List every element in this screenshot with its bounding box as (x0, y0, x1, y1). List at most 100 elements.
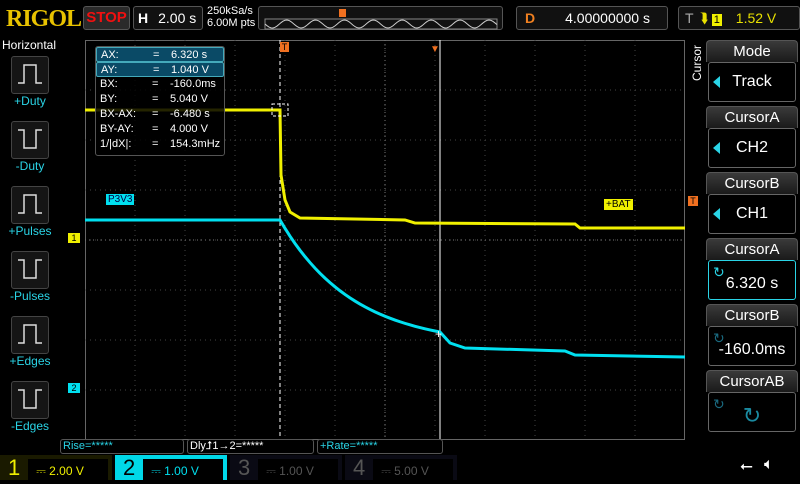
trigger-level-marker[interactable]: T (688, 196, 698, 206)
measurement-row: AY: = 1.040 V (96, 62, 224, 77)
trigger-box[interactable]: T ⮯ 1 1.52 V (678, 6, 800, 30)
measurement-row: AX: = 6.320 s (96, 47, 224, 62)
trigger-position-marker[interactable]: T (280, 42, 289, 52)
timebase-box[interactable]: H 2.00 s (133, 6, 203, 30)
measurement-key: 1/|dX|: (100, 138, 132, 150)
rotate-knob-icon: ↻ (742, 403, 762, 428)
t-label: T (685, 10, 694, 26)
dc-coupling-icon: ⎓ (151, 464, 165, 478)
measurement-value: 5.040 V (170, 93, 208, 105)
ch1-offset-marker[interactable]: 1 (68, 233, 80, 243)
cursor-menu-item-4[interactable]: CursorB ↻ -160.0ms (706, 304, 798, 368)
measurement-row: BX: = -160.0ms (96, 77, 224, 92)
measurement-key: BX: (100, 78, 118, 90)
measurement-key: BY-AY: (100, 123, 134, 135)
negative-pulses-icon (11, 251, 49, 289)
channel-3-button[interactable]: 3 ⎓ 1.00 V (230, 455, 342, 484)
positive-duty-icon (11, 56, 49, 94)
measurement-key: BY: (100, 93, 118, 105)
horizontal-menu-item-1[interactable]: -Duty (2, 121, 58, 173)
menu-value[interactable]: Track (708, 62, 796, 102)
menu-value[interactable]: ↻ -160.0ms (708, 326, 796, 366)
measurement-key: BX-AX: (100, 108, 137, 120)
equals: = (153, 64, 160, 76)
cursor-menu-item-3[interactable]: CursorA ↻ 6.320 s (706, 238, 798, 302)
ch2-trace-label: P3V3 (106, 194, 135, 205)
timebase-value: 2.00 s (158, 10, 197, 26)
horizontal-menu-item-5[interactable]: -Edges (2, 381, 58, 433)
delay-measurement[interactable]: Dly⮥1→2=***** (187, 439, 314, 454)
left-arrow-icon (713, 142, 720, 154)
menu-item-label: -Edges (10, 419, 50, 433)
equals: = (153, 49, 160, 61)
cursor-menu-item-0[interactable]: Mode Track (706, 40, 798, 104)
left-arrow-icon (713, 208, 720, 220)
rise-measurement[interactable]: Rise=***** (60, 439, 184, 454)
rigol-logo: RIGOL (6, 6, 82, 32)
measurement-value: 4.000 V (170, 123, 208, 135)
trigger-position-arrow: ▼ (430, 44, 440, 55)
menu-title: Mode (706, 40, 798, 62)
menu-item-label: -Pulses (9, 289, 50, 303)
measurement-value: -160.0ms (170, 78, 216, 90)
menu-value[interactable]: CH2 (708, 128, 796, 168)
run-stop-status[interactable]: STOP (83, 6, 130, 30)
ch1-trace-label: +BAT (604, 199, 633, 210)
measurement-key: AX: (101, 49, 119, 61)
dc-coupling-icon: ⎓ (36, 464, 50, 478)
equals: = (152, 78, 159, 90)
measurement-row: BX-AX: = -6.480 s (96, 107, 224, 122)
measurement-row: BY: = 5.040 V (96, 92, 224, 107)
menu-item-label: +Edges (9, 354, 51, 368)
cursor-menu-item-5[interactable]: CursorAB ↻ ↻ (706, 370, 798, 434)
cursor-menu-item-2[interactable]: CursorB CH1 (706, 172, 798, 236)
memory-depth: 6.00M pts (207, 17, 256, 29)
trigger-edge-icon: ⮯ (699, 10, 708, 26)
trigger-level: 1.52 V (735, 10, 777, 26)
positive-pulses-icon (11, 186, 49, 224)
channel-2-button[interactable]: 2 ⎓ 1.00 V (115, 455, 227, 484)
left-arrow-icon (713, 76, 720, 88)
cursor-measurement-panel: AX: = 6.320 s AY: = 1.040 V BX: = -160.0ms BY: = 5.… (95, 46, 225, 156)
channel-number: 4 (353, 455, 366, 480)
measurement-value: 154.3mHz (170, 138, 221, 150)
menu-item-label: +Duty (14, 94, 46, 108)
equals: = (152, 138, 159, 150)
dc-coupling-icon: ⎓ (381, 464, 395, 478)
delay-value: 1→2=***** (212, 440, 264, 452)
rising-edges-icon (11, 316, 49, 354)
delay-prefix: Dly (190, 440, 206, 452)
measurement-value: -6.480 s (170, 108, 210, 120)
ch2-offset-marker[interactable]: 2 (68, 383, 80, 393)
negative-duty-icon (11, 121, 49, 159)
rate-measurement[interactable]: +Rate=***** (317, 439, 443, 454)
channel-4-button[interactable]: 4 ⎓ 5.00 V (345, 455, 457, 484)
measurement-row: BY-AY: = 4.000 V (96, 122, 224, 137)
horizontal-menu-item-0[interactable]: +Duty (2, 56, 58, 108)
speaker-muted-icon[interactable]: 🔈︎ (764, 456, 774, 474)
waveform-overview-bar[interactable] (258, 6, 503, 30)
rotate-knob-icon: ↻ (713, 396, 725, 412)
equals: = (152, 108, 159, 120)
equals: = (152, 123, 159, 135)
cursor-menu-item-1[interactable]: CursorA CH2 (706, 106, 798, 170)
measurement-value: 6.320 s (171, 49, 208, 61)
equals: = (152, 93, 159, 105)
menu-value[interactable]: ↻ ↻ (708, 392, 796, 432)
d-label: D (525, 10, 536, 26)
h-label: H (138, 10, 149, 26)
menu-value[interactable]: CH1 (708, 194, 796, 234)
delay-box[interactable]: D 4.00000000 s (516, 6, 668, 30)
horizontal-menu-item-2[interactable]: +Pulses (2, 186, 58, 238)
value-text: -160.0ms (718, 341, 786, 358)
measurement-value: 1.040 V (171, 64, 209, 76)
horizontal-menu-item-3[interactable]: -Pulses (2, 251, 58, 303)
measurement-row: 1/|dX|: = 154.3mHz (96, 137, 224, 152)
horizontal-menu-item-4[interactable]: +Edges (2, 316, 58, 368)
menu-value[interactable]: ↻ 6.320 s (708, 260, 796, 300)
channel-number: 2 (123, 455, 136, 480)
sample-rate: 250kSa/s (207, 5, 253, 17)
rotate-knob-icon: ↻ (713, 264, 725, 280)
channel-1-button[interactable]: 1 ⎓ 2.00 V (0, 455, 112, 484)
channel-number: 3 (238, 455, 251, 480)
